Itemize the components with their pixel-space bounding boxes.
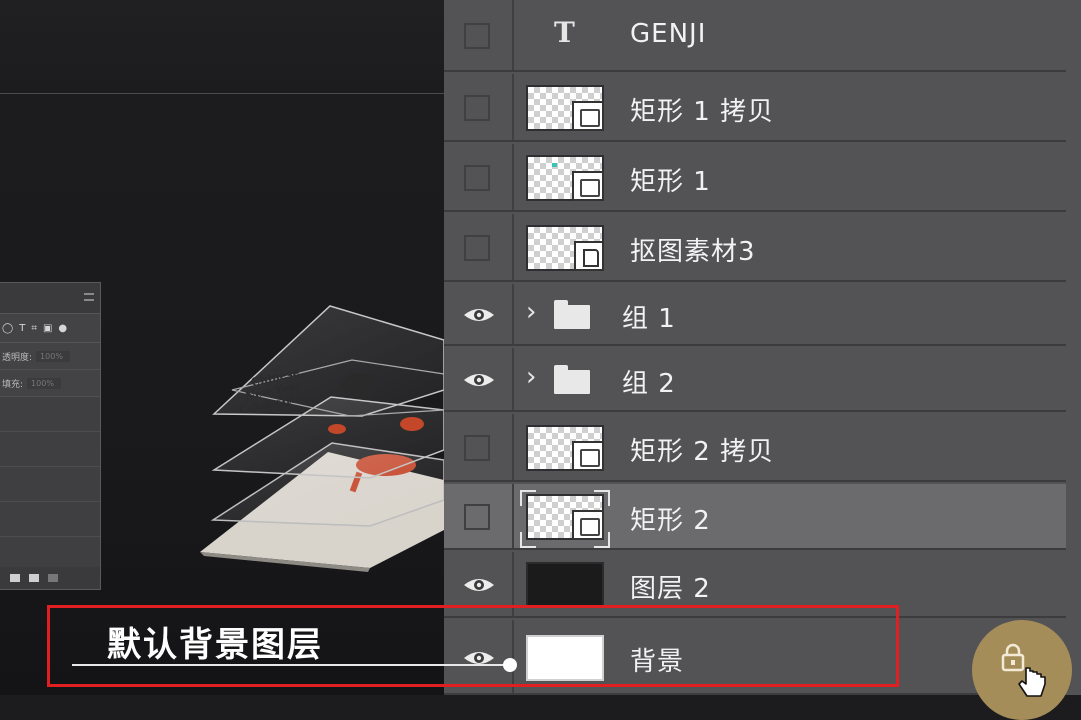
layers-panel: T GENJI 矩形 1 拷贝 矩形 1 抠图素材3 › 组 1 › 组 2 矩形 2 拷贝 矩形 …: [444, 0, 1081, 695]
mini-layer-list: [0, 397, 100, 567]
layer-name[interactable]: 矩形 2 拷贝: [630, 431, 774, 468]
layer-name[interactable]: 组 2: [622, 363, 676, 400]
visibility-cell[interactable]: [444, 144, 514, 210]
layer-row[interactable]: 矩形 1 拷贝: [444, 74, 1066, 142]
visibility-cell[interactable]: [444, 348, 514, 410]
visibility-cell[interactable]: [444, 0, 514, 70]
layer-name[interactable]: 抠图素材3: [630, 231, 756, 268]
layer-row[interactable]: 矩形 2: [444, 484, 1066, 550]
layer-name[interactable]: 图层 2: [630, 568, 711, 605]
canvas-stage: ◯ T ⌗ ▣ ● 透明度: 100% 填充: 100% Chinese New…: [0, 0, 444, 695]
layer-name[interactable]: 组 1: [622, 298, 676, 335]
folder-icon: [554, 300, 590, 329]
caption-text: 默认背景图层: [107, 625, 323, 665]
layer-thumbnail[interactable]: [526, 562, 604, 608]
opacity-label: 透明度:: [2, 352, 33, 363]
stage-divider: [0, 93, 444, 94]
mini-layers-panel: ◯ T ⌗ ▣ ● 透明度: 100% 填充: 100%: [0, 282, 101, 590]
mini-panel-footer: [0, 567, 100, 589]
smart-object-icon: [574, 241, 604, 271]
layer-row[interactable]: T GENJI: [444, 0, 1066, 72]
eye-icon[interactable]: [462, 305, 496, 325]
hand-cursor-icon: [1018, 667, 1046, 697]
lock-icon[interactable]: ▣: [43, 323, 52, 334]
layer-name[interactable]: 矩形 2: [630, 500, 711, 537]
visibility-cell[interactable]: [444, 214, 514, 280]
eye-icon[interactable]: [462, 370, 496, 390]
layer-thumbnail[interactable]: [526, 225, 604, 271]
layer-name[interactable]: 矩形 1 拷贝: [630, 91, 774, 128]
trash-icon[interactable]: [48, 574, 58, 582]
visibility-cell[interactable]: [444, 74, 514, 140]
layer-row[interactable]: › 组 2: [444, 348, 1066, 412]
lantern-shape: [328, 424, 346, 434]
visibility-toggle[interactable]: [464, 235, 490, 261]
moon-shape: [342, 373, 378, 397]
shape-layer-icon: [572, 171, 604, 201]
fill-label: 填充:: [2, 379, 24, 390]
text-layer-icon: T: [554, 16, 575, 49]
visibility-cell[interactable]: [444, 414, 514, 480]
exploded-layers-illustration: Chinese New Year Celebration: [200, 305, 444, 572]
shape-layer-icon: [572, 101, 604, 131]
mini-layer-row[interactable]: [0, 432, 100, 467]
layer-thumbnail[interactable]: [526, 155, 604, 201]
expand-chevron-icon[interactable]: ›: [526, 362, 536, 392]
folder-icon[interactable]: [10, 574, 20, 582]
mini-layer-row[interactable]: [0, 467, 100, 502]
panel-menu-icon[interactable]: [84, 293, 94, 301]
teal-mark: [552, 163, 557, 167]
visibility-cell[interactable]: [444, 484, 514, 548]
lantern-shape: [400, 417, 424, 431]
visibility-toggle[interactable]: [464, 504, 490, 530]
mini-layer-row[interactable]: [0, 502, 100, 537]
opacity-value[interactable]: 100%: [36, 350, 71, 362]
new-layer-icon[interactable]: [29, 574, 39, 582]
thumbnail-selection-frame: [520, 490, 610, 548]
folder-icon: [554, 365, 590, 394]
visibility-cell[interactable]: [444, 284, 514, 344]
layer-name[interactable]: 矩形 1: [630, 161, 711, 198]
visibility-toggle[interactable]: [464, 95, 490, 121]
fill-value[interactable]: 100%: [27, 377, 62, 389]
text-icon[interactable]: T: [19, 323, 25, 334]
layer-row[interactable]: 矩形 1: [444, 144, 1066, 212]
circle-icon[interactable]: ◯: [2, 323, 13, 334]
eye-icon[interactable]: [462, 575, 496, 595]
dot-icon[interactable]: ●: [58, 323, 67, 334]
mini-fill-row: 填充: 100%: [0, 370, 100, 397]
mini-panel-header: [0, 283, 100, 314]
mini-filter-icons: ◯ T ⌗ ▣ ●: [0, 314, 100, 343]
layer-row[interactable]: › 组 1: [444, 284, 1066, 346]
caption-pointer-dot: [503, 658, 517, 672]
layer-row[interactable]: 矩形 2 拷贝: [444, 414, 1066, 482]
mini-opacity-row: 透明度: 100%: [0, 343, 100, 370]
layer-thumbnail[interactable]: [526, 85, 604, 131]
visibility-toggle[interactable]: [464, 165, 490, 191]
layer-thumbnail[interactable]: [526, 425, 604, 471]
transform-icon[interactable]: ⌗: [31, 323, 37, 334]
caption-pointer-line: [72, 664, 510, 666]
mini-layer-row[interactable]: [0, 397, 100, 432]
layer-row[interactable]: 抠图素材3: [444, 214, 1066, 282]
visibility-toggle[interactable]: [464, 435, 490, 461]
shape-layer-icon: [572, 441, 604, 471]
layer-name[interactable]: GENJI: [630, 19, 706, 49]
visibility-toggle[interactable]: [464, 23, 490, 49]
expand-chevron-icon[interactable]: ›: [526, 297, 536, 327]
